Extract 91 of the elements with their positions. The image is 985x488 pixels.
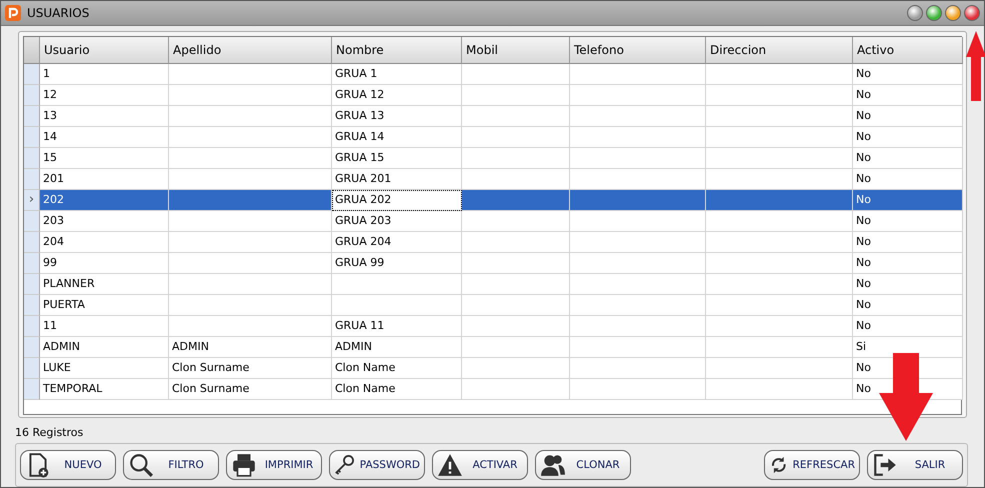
maximize-button[interactable] — [926, 4, 942, 21]
column-header[interactable]: Telefono — [570, 36, 706, 64]
row-header[interactable] — [24, 210, 40, 232]
table-cell: No — [853, 168, 963, 190]
table-cell: GRUA 203 — [332, 210, 462, 232]
table-cell: GRUA 99 — [332, 252, 462, 274]
table-cell: No — [853, 294, 963, 316]
up-arrow-icon — [966, 31, 985, 101]
record-count: 16 Registros — [15, 426, 84, 440]
table-cell: 202 — [40, 190, 169, 211]
table-cell: LUKE — [40, 358, 169, 379]
close-button[interactable] — [964, 4, 980, 21]
window-title: USUARIOS — [27, 6, 90, 20]
filter-button[interactable]: FILTRO — [123, 450, 219, 480]
toolbar-button[interactable]: CLONAR — [535, 450, 631, 480]
exit-icon — [872, 452, 898, 478]
table-cell: GRUA 14 — [332, 126, 462, 148]
table-cell: Clon Surname — [169, 358, 332, 379]
row-header[interactable]: › — [24, 190, 40, 211]
search-icon — [128, 452, 154, 478]
row-header[interactable] — [24, 232, 40, 253]
table-cell: GRUA 13 — [332, 106, 462, 127]
table-cell: Si — [853, 336, 963, 358]
table-cell: No — [853, 252, 963, 274]
table-cell: GRUA 201 — [332, 168, 462, 190]
table-cell: No — [853, 126, 963, 148]
row-header[interactable] — [24, 336, 40, 358]
column-header[interactable]: Apellido — [169, 36, 332, 64]
warning-icon — [437, 452, 463, 478]
table-cell: 203 — [40, 210, 169, 232]
table-cell: PUERTA — [40, 294, 169, 316]
row-header[interactable] — [24, 168, 40, 190]
row-header[interactable] — [24, 106, 40, 127]
table-cell: No — [853, 106, 963, 127]
row-header[interactable] — [24, 148, 40, 169]
exit-button[interactable]: SALIR — [867, 450, 963, 480]
table-cell: No — [853, 64, 963, 85]
table-cell: 15 — [40, 148, 169, 169]
table-cell: GRUA 15 — [332, 148, 462, 169]
row-header[interactable] — [24, 358, 40, 379]
row-header[interactable] — [24, 378, 40, 400]
table-cell: ADMIN — [169, 336, 332, 358]
table-cell: 201 — [40, 168, 169, 190]
table-cell: Clon Name — [332, 358, 462, 379]
table-cell: No — [853, 190, 963, 211]
column-header[interactable]: Mobil — [462, 36, 570, 64]
table-cell: 12 — [40, 84, 169, 106]
toolbar-button[interactable]: ACTIVAR — [432, 450, 528, 480]
table-cell: No — [853, 274, 963, 295]
table-cell: GRUA 1 — [332, 64, 462, 85]
table-cell: No — [853, 148, 963, 169]
table-cell: 99 — [40, 252, 169, 274]
table-cell: 204 — [40, 232, 169, 253]
row-header[interactable] — [24, 64, 40, 85]
toolbar-button[interactable]: NUEVO — [20, 450, 116, 480]
help-dot-icon[interactable] — [907, 4, 923, 21]
column-header[interactable]: Nombre — [332, 36, 462, 64]
minimize-button[interactable] — [945, 4, 961, 21]
row-header[interactable] — [24, 294, 40, 316]
grid-corner — [24, 36, 40, 64]
row-header[interactable] — [24, 84, 40, 106]
row-header[interactable] — [24, 252, 40, 274]
row-header[interactable] — [24, 274, 40, 295]
table-cell: 1 — [40, 64, 169, 85]
row-header[interactable] — [24, 316, 40, 337]
toolbar-button[interactable]: PASSWORD — [329, 450, 425, 480]
table-cell: GRUA 204 — [332, 232, 462, 253]
table-cell: 11 — [40, 316, 169, 337]
row-header[interactable] — [24, 126, 40, 148]
table-cell: No — [853, 210, 963, 232]
app-logo-icon — [5, 4, 21, 21]
toolbar-button[interactable]: IMPRIMIR — [226, 450, 322, 480]
table-cell: 14 — [40, 126, 169, 148]
table-cell: Clon Surname — [169, 378, 332, 400]
table-cell: TEMPORAL — [40, 378, 169, 400]
table-cell: GRUA 202 — [332, 190, 462, 211]
table-cell: No — [853, 316, 963, 337]
printer-icon — [231, 452, 257, 478]
table-cell: GRUA 11 — [332, 316, 462, 337]
column-header[interactable]: Usuario — [40, 36, 169, 64]
table-cell: ADMIN — [40, 336, 169, 358]
table-cell: GRUA 12 — [332, 84, 462, 106]
column-header[interactable]: Activo — [853, 36, 963, 64]
toolbar-button[interactable]: REFRESCAR — [764, 450, 860, 480]
column-header[interactable]: Direccion — [706, 36, 853, 64]
table-cell: No — [853, 232, 963, 253]
table-cell: ADMIN — [332, 336, 462, 358]
table-cell: No — [853, 84, 963, 106]
table-cell: Clon Name — [332, 378, 462, 400]
table-cell: PLANNER — [40, 274, 169, 295]
table-cell: 13 — [40, 106, 169, 127]
